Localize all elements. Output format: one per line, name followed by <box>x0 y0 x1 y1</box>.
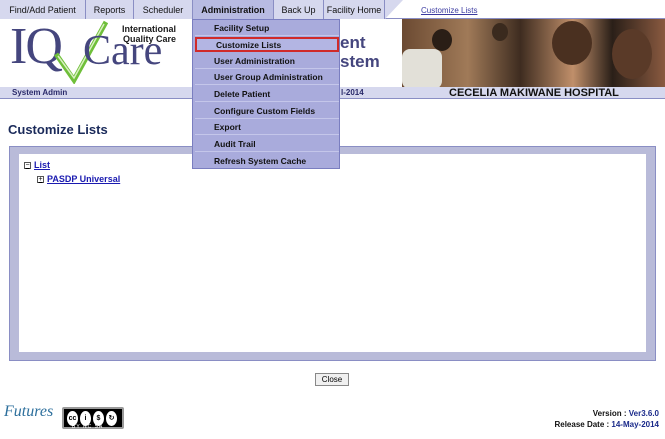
tree-node-pasdp-universal[interactable]: + PASDP Universal <box>37 174 120 184</box>
tab-back-up[interactable]: Back Up <box>274 0 324 19</box>
menu-bar-end-cap <box>385 0 403 19</box>
facility-name: CECELIA MAKIWANE HOSPITAL <box>449 87 619 99</box>
close-button[interactable]: Close <box>315 373 349 386</box>
banner-photo <box>402 19 665 89</box>
menu-item-audit-trail[interactable]: Audit Trail <box>195 137 339 152</box>
breadcrumb[interactable]: Customize Lists <box>421 6 477 15</box>
collapse-icon[interactable]: − <box>24 161 31 169</box>
page-title: Customize Lists <box>8 122 108 137</box>
futures-logo: Futures <box>4 403 54 420</box>
menu-item-configure-custom-fields[interactable]: Configure Custom Fields <box>195 104 339 119</box>
current-date: l-2014 <box>341 88 364 97</box>
cc-labels: BY NC SA <box>72 424 104 430</box>
tree-node-list[interactable]: − List <box>24 160 50 170</box>
tab-facility-home[interactable]: Facility Home <box>324 0 385 19</box>
tab-administration[interactable]: Administration <box>193 0 274 19</box>
tree-node-label[interactable]: PASDP Universal <box>47 174 120 184</box>
expand-icon[interactable]: + <box>37 175 44 183</box>
menu-item-refresh-system-cache[interactable]: Refresh System Cache <box>195 153 339 168</box>
tab-find-add-patient[interactable]: Find/Add Patient <box>0 0 86 19</box>
menu-item-facility-setup[interactable]: Facility Setup <box>195 21 339 36</box>
menu-item-customize-lists[interactable]: Customize Lists <box>195 37 339 52</box>
menu-item-user-administration[interactable]: User Administration <box>195 54 339 69</box>
administration-dropdown: Facility Setup Customize Lists User Admi… <box>192 19 340 169</box>
tab-scheduler[interactable]: Scheduler <box>134 0 193 19</box>
menu-item-delete-patient[interactable]: Delete Patient <box>195 87 339 102</box>
banner-tagline: ent stem <box>340 33 380 71</box>
sa-icon: ↻ <box>106 410 117 426</box>
top-menu-bar: Find/Add Patient Reports Scheduler Admin… <box>0 0 665 19</box>
logo-subtitle: International Quality Care <box>121 24 176 44</box>
tree-node-label[interactable]: List <box>34 160 50 170</box>
menu-item-user-group-administration[interactable]: User Group Administration <box>195 70 339 85</box>
current-user: System Admin <box>12 88 68 97</box>
menu-item-export[interactable]: Export <box>195 120 339 135</box>
tab-reports[interactable]: Reports <box>86 0 134 19</box>
version-info: Version : Ver3.6.0 Release Date : 14-May… <box>554 409 659 429</box>
